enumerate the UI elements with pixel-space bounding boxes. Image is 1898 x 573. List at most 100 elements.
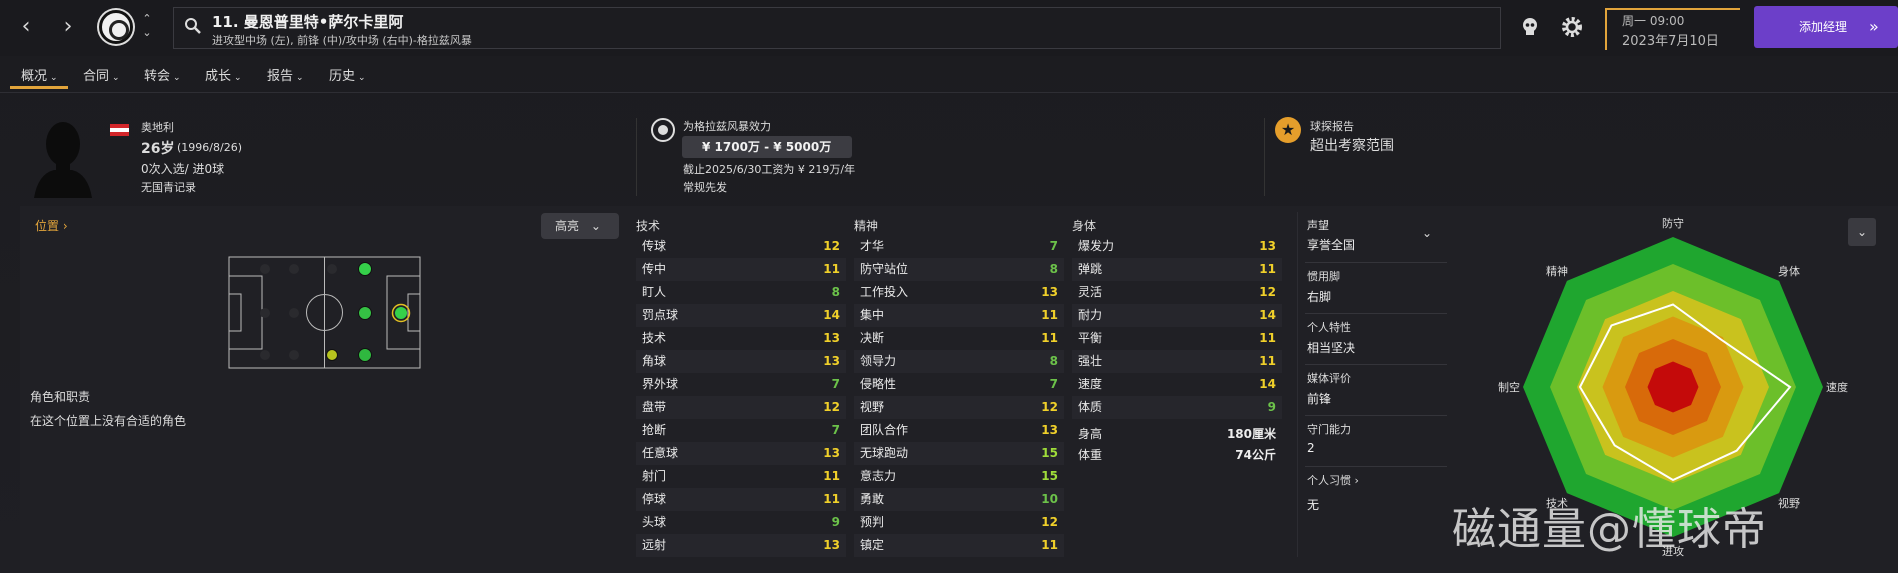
gear-icon[interactable] bbox=[1559, 14, 1585, 40]
attribute-name: 界外球 bbox=[642, 377, 679, 391]
attribute-name: 爆发力 bbox=[1078, 239, 1115, 253]
attribute-row[interactable]: 平衡 11 bbox=[1072, 327, 1282, 350]
attribute-row[interactable]: 镇定 11 bbox=[854, 534, 1064, 557]
attribute-row[interactable]: 速度 14 bbox=[1072, 373, 1282, 396]
attribute-row[interactable]: 耐力 14 bbox=[1072, 304, 1282, 327]
attribute-row[interactable]: 头球 9 bbox=[636, 511, 846, 534]
date-display[interactable]: 周一 09:00 2023年7月10日 bbox=[1605, 8, 1740, 50]
personality-value: 相当坚决 bbox=[1307, 341, 1356, 355]
divider bbox=[0, 92, 1898, 93]
attribute-name: 角球 bbox=[642, 354, 667, 368]
attribute-value: 9 bbox=[831, 515, 840, 529]
mental-heading: 精神 bbox=[854, 219, 879, 233]
attribute-row[interactable]: 罚点球 14 bbox=[636, 304, 846, 327]
attribute-value: 13 bbox=[823, 331, 840, 345]
player-title-box[interactable]: 11. 曼恩普里特•萨尔卡里阿 进攻型中场 (左), 前锋 (中)/攻中场 (右… bbox=[173, 7, 1501, 49]
attribute-value: 9 bbox=[1267, 400, 1276, 414]
attribute-row[interactable]: 体质 9 bbox=[1072, 396, 1282, 419]
pitch-map bbox=[228, 256, 421, 369]
attribute-row[interactable]: 视野 12 bbox=[854, 396, 1064, 419]
chevron-down-icon: ⌄ bbox=[173, 73, 181, 83]
radar-label: 精神 bbox=[1546, 264, 1568, 278]
club-logo-icon[interactable] bbox=[99, 10, 133, 44]
attribute-row[interactable]: 传球 12 bbox=[636, 235, 846, 258]
up-down-chevrons-icon[interactable]: ⌃ ⌄ bbox=[140, 12, 154, 40]
attribute-row[interactable]: 决断 11 bbox=[854, 327, 1064, 350]
attribute-row[interactable]: 抢断 7 bbox=[636, 419, 846, 442]
tab-transfer[interactable]: 转会 ⌄ bbox=[144, 65, 181, 84]
attribute-row[interactable]: 远射 13 bbox=[636, 534, 846, 557]
attribute-value: 13 bbox=[823, 538, 840, 552]
radar-ring bbox=[1647, 361, 1699, 413]
habits-link[interactable]: 个人习惯 › bbox=[1307, 472, 1359, 488]
forward-icon[interactable]: › bbox=[56, 12, 80, 42]
nationality[interactable]: 奥地利 bbox=[141, 119, 174, 135]
chevron-down-icon[interactable]: ⌄ bbox=[1422, 226, 1432, 240]
tab-development[interactable]: 成长 ⌄ bbox=[205, 65, 242, 84]
attribute-name: 意志力 bbox=[860, 469, 897, 483]
back-icon[interactable]: ‹ bbox=[14, 12, 38, 42]
scout-report-label[interactable]: 球探报告 bbox=[1310, 118, 1354, 134]
attribute-value: 12 bbox=[823, 239, 840, 253]
attribute-row[interactable]: 爆发力 13 bbox=[1072, 235, 1282, 258]
attribute-value: 15 bbox=[1041, 446, 1058, 460]
attribute-row[interactable]: 停球 11 bbox=[636, 488, 846, 511]
attribute-name: 远射 bbox=[642, 538, 667, 552]
attribute-row[interactable]: 盘带 12 bbox=[636, 396, 846, 419]
attribute-row[interactable]: 传中 11 bbox=[636, 258, 846, 281]
attribute-row[interactable]: 意志力 15 bbox=[854, 465, 1064, 488]
attribute-row[interactable]: 射门 11 bbox=[636, 465, 846, 488]
media-value: 前锋 bbox=[1307, 392, 1332, 406]
attribute-row[interactable]: 任意球 13 bbox=[636, 442, 846, 465]
highlight-dropdown[interactable]: 高亮 ⌄ bbox=[541, 213, 619, 239]
attribute-row[interactable]: 团队合作 13 bbox=[854, 419, 1064, 442]
chevron-down-icon: ⌄ bbox=[358, 73, 366, 83]
attribute-row[interactable]: 界外球 7 bbox=[636, 373, 846, 396]
attribute-value: 12 bbox=[1041, 400, 1058, 414]
attribute-name: 盘带 bbox=[642, 400, 667, 414]
club-label[interactable]: 为格拉兹风暴效力 bbox=[683, 118, 771, 134]
attribute-name: 工作投入 bbox=[860, 285, 909, 299]
search-icon[interactable] bbox=[184, 17, 202, 35]
chevron-down-icon: ⌄ bbox=[590, 219, 601, 233]
date-of-birth: (1996/8/26) bbox=[177, 141, 242, 154]
divider bbox=[1305, 364, 1447, 365]
attribute-row[interactable]: 技术 13 bbox=[636, 327, 846, 350]
attribute-row[interactable]: 防守站位 8 bbox=[854, 258, 1064, 281]
attribute-value: 13 bbox=[1041, 423, 1058, 437]
attribute-row[interactable]: 灵活 12 bbox=[1072, 281, 1282, 304]
attribute-row[interactable]: 角球 13 bbox=[636, 350, 846, 373]
attribute-row[interactable]: 集中 11 bbox=[854, 304, 1064, 327]
attribute-row[interactable]: 勇敢 10 bbox=[854, 488, 1064, 511]
scout-report-value: 超出考察范围 bbox=[1310, 138, 1394, 154]
skull-icon[interactable] bbox=[1517, 14, 1543, 40]
attribute-value: 8 bbox=[1049, 262, 1058, 276]
attribute-row[interactable]: 无球跑动 15 bbox=[854, 442, 1064, 465]
attribute-value: 11 bbox=[1259, 354, 1276, 368]
attribute-row[interactable]: 盯人 8 bbox=[636, 281, 846, 304]
tab-history[interactable]: 历史 ⌄ bbox=[329, 65, 366, 84]
attribute-name: 决断 bbox=[860, 331, 885, 345]
attribute-value: 11 bbox=[1041, 538, 1058, 552]
position-link[interactable]: 位置 › bbox=[35, 217, 68, 234]
transfer-value-badge[interactable]: ¥ 1700万 - ¥ 5000万 bbox=[682, 136, 852, 158]
attribute-row[interactable]: 预判 12 bbox=[854, 511, 1064, 534]
attribute-name: 平衡 bbox=[1078, 331, 1103, 345]
preferred-foot-value: 右脚 bbox=[1307, 290, 1332, 304]
attribute-row[interactable]: 强壮 11 bbox=[1072, 350, 1282, 373]
attribute-value: 12 bbox=[1259, 285, 1276, 299]
club-badge-icon[interactable] bbox=[651, 118, 675, 142]
attribute-name: 勇敢 bbox=[860, 492, 885, 506]
attribute-row[interactable]: 工作投入 13 bbox=[854, 281, 1064, 304]
add-manager-button[interactable]: 添加经理 » bbox=[1754, 6, 1898, 48]
age: 26岁 bbox=[141, 141, 175, 157]
tab-contract[interactable]: 合同 ⌄ bbox=[83, 65, 120, 84]
attribute-row[interactable]: 领导力 8 bbox=[854, 350, 1064, 373]
attribute-row[interactable]: 才华 7 bbox=[854, 235, 1064, 258]
collapse-button[interactable]: ⌄ bbox=[1848, 218, 1876, 246]
tab-reports[interactable]: 报告 ⌄ bbox=[267, 65, 304, 84]
attribute-value: 13 bbox=[823, 446, 840, 460]
attribute-row[interactable]: 侵略性 7 bbox=[854, 373, 1064, 396]
attribute-row[interactable]: 弹跳 11 bbox=[1072, 258, 1282, 281]
tab-overview[interactable]: 概况 ⌄ bbox=[21, 65, 58, 84]
